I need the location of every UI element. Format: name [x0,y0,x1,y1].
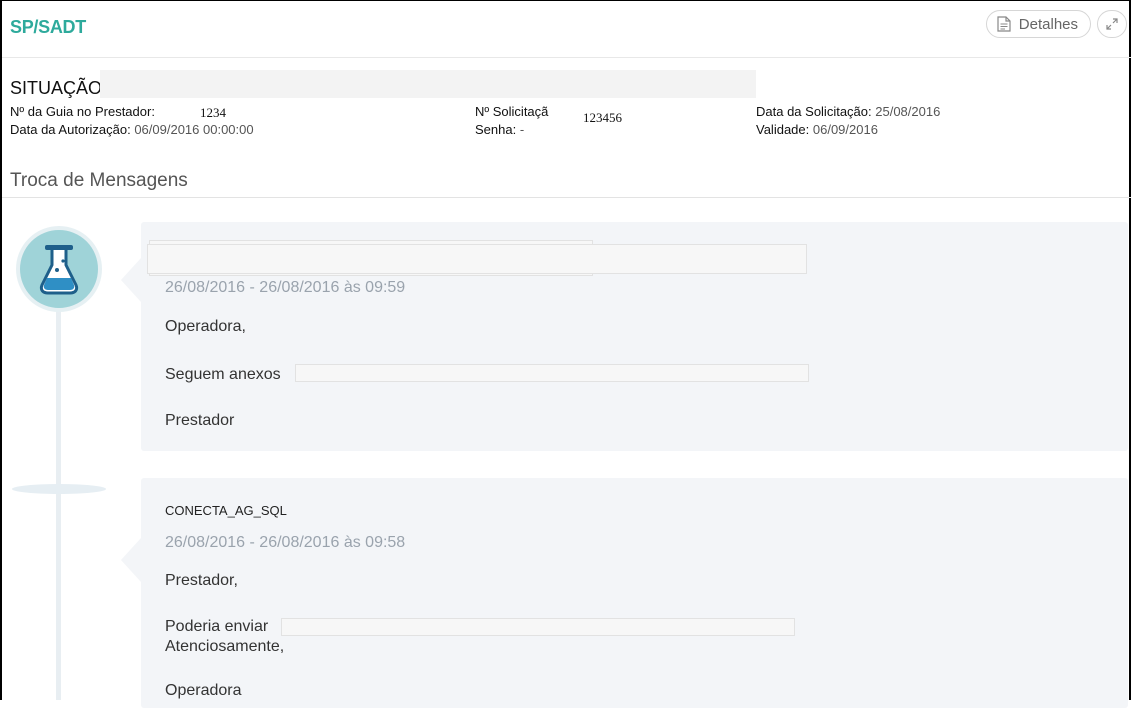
message-closing: Atenciosamente, [165,638,285,655]
senha-value: - [519,122,525,137]
solicitacao-field: Nº Solicitaçã [475,104,548,119]
guia-value: 1234 [200,105,226,120]
panel-title: SP/SADT [10,17,86,37]
section-title: Troca de Mensagens [10,170,188,191]
redacted-status [100,70,756,98]
message-date: 26/08/2016 - 26/08/2016 às 09:59 [165,279,406,296]
validade-field: Validade: 06/09/2016 [756,122,878,137]
message-card: 26/08/2016 - 26/08/2016 às 09:59 Operado… [121,222,1128,451]
data-solicitacao-label: Data da Solicitação: [756,104,872,119]
situacao-label: SITUAÇÃO: [10,78,108,98]
data-autorizacao-field: Data da Autorização: 06/09/2016 00:00:00 [10,122,254,137]
message-body: Seguem anexos [165,366,281,383]
redacted-text [281,618,795,636]
validade-label: Validade: [756,122,810,137]
validade-value: 06/09/2016 [812,122,878,137]
message-body: Poderia enviar [165,618,269,635]
message-signature: Operadora [165,682,242,699]
timeline-marker [12,484,106,494]
data-autorizacao-value: 06/09/2016 00:00:00 [134,122,254,137]
data-solicitacao-field: Data da Solicitação: 25/08/2016 [756,104,940,119]
guia-label: Nº da Guia no Prestador: [10,104,155,119]
flask-icon [39,245,79,295]
data-solicitacao-value: 25/08/2016 [875,104,941,119]
section-divider [2,197,1131,198]
message-signature: Prestador [165,412,235,429]
redacted-author [147,244,807,274]
solicitacao-label: Nº Solicitaçã [475,104,549,119]
panel-header: SP/SADT Detalhes [2,1,1131,58]
solicitacao-value: 123456 [583,110,622,125]
redacted-text [295,364,809,382]
message-greeting: Prestador, [165,572,238,589]
senha-field: Senha: - [475,122,524,137]
message-date: 26/08/2016 - 26/08/2016 às 09:58 [165,534,406,551]
timeline-line [56,300,61,700]
avatar [16,226,102,312]
expand-icon [1106,18,1118,30]
details-button[interactable]: Detalhes [985,10,1091,38]
guia-field: Nº da Guia no Prestador: [10,104,155,119]
data-autorizacao-label: Data da Autorização: [10,122,131,137]
message-card: CONECTA_AG_SQL 26/08/2016 - 26/08/2016 à… [121,478,1128,708]
senha-label: Senha: [475,122,517,137]
expand-button[interactable] [1097,10,1127,38]
details-button-label: Detalhes [1018,15,1078,33]
message-author: CONECTA_AG_SQL [165,503,287,518]
document-icon [997,16,1011,32]
message-greeting: Operadora, [165,318,246,335]
